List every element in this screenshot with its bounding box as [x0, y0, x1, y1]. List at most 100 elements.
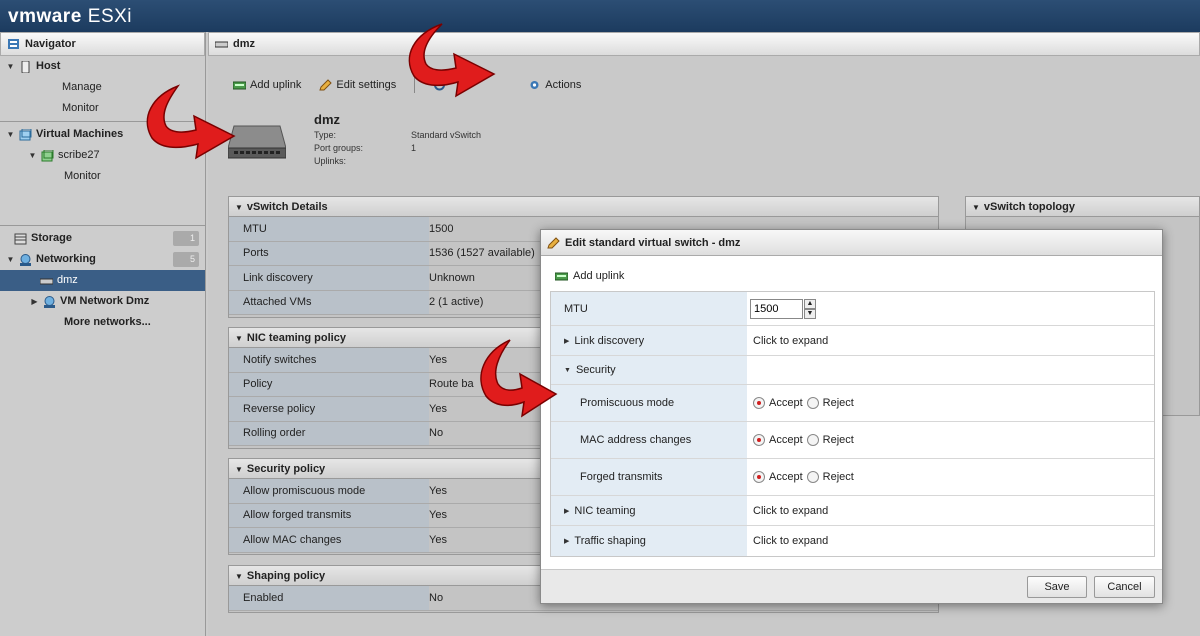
- traffic-shaping-row[interactable]: ▶ Traffic shaping Click to expand: [551, 526, 1154, 556]
- setting-key: MAC address changes: [551, 422, 747, 458]
- chevron-down-icon[interactable]: ▼: [6, 56, 15, 77]
- setting-value[interactable]: Click to expand: [747, 496, 1154, 525]
- mac-accept-option[interactable]: Accept: [753, 434, 803, 446]
- mac-reject-option[interactable]: Reject: [806, 434, 854, 446]
- setting-value: Accept Reject: [747, 385, 1154, 421]
- nic-teaming-label: NIC teaming: [574, 504, 636, 517]
- radio-selected-icon[interactable]: [753, 471, 765, 483]
- radio-selected-icon[interactable]: [753, 434, 765, 446]
- promiscuous-label: Promiscuous mode: [580, 397, 675, 409]
- chevron-right-icon[interactable]: ▶: [564, 507, 569, 515]
- chevron-right-icon[interactable]: ▶: [30, 291, 39, 312]
- row-value: No: [429, 427, 444, 440]
- radio-label: Reject: [822, 397, 854, 409]
- setting-key: MTU: [551, 292, 747, 325]
- forged-accept-option[interactable]: Accept: [753, 471, 803, 483]
- summary-row-uplinks: Uplinks:: [314, 156, 481, 169]
- nav-item-storage[interactable]: Storage 1: [0, 228, 205, 249]
- nav-label: More networks...: [64, 316, 151, 328]
- row-key: Enabled: [229, 586, 429, 610]
- row-key: Ports: [229, 241, 429, 265]
- promiscuous-reject-option[interactable]: Reject: [806, 397, 854, 409]
- pencil-icon: [319, 79, 333, 91]
- stepper-down-icon[interactable]: ▼: [804, 308, 816, 319]
- row-value: 2 (1 active): [429, 296, 484, 309]
- link-discovery-row[interactable]: ▶ Link discovery Click to expand: [551, 326, 1154, 356]
- product-text: ESXi: [87, 6, 133, 27]
- cancel-button[interactable]: Cancel: [1094, 576, 1155, 598]
- row-key: Link discovery: [229, 266, 429, 290]
- expand-hint[interactable]: Click to expand: [753, 335, 828, 347]
- setting-key: Promiscuous mode: [551, 385, 747, 421]
- expand-hint[interactable]: Click to expand: [753, 505, 828, 517]
- edit-settings-button[interactable]: Edit settings: [319, 79, 396, 91]
- dialog-title: Edit standard virtual switch - dmz: [565, 236, 741, 249]
- chevron-down-icon[interactable]: ▼: [28, 145, 37, 166]
- row-value: Unknown: [429, 271, 475, 284]
- radio-icon[interactable]: [806, 434, 819, 446]
- chevron-down-icon[interactable]: ▼: [564, 367, 571, 374]
- networking-count-badge: 5: [173, 252, 199, 267]
- radio-selected-icon[interactable]: [753, 397, 765, 409]
- dialog-add-uplink-button[interactable]: Add uplink: [555, 270, 624, 282]
- chevron-down-icon[interactable]: ▼: [235, 203, 243, 212]
- traffic-shaping-label: Traffic shaping: [574, 535, 646, 547]
- chevron-down-icon[interactable]: ▼: [235, 465, 243, 474]
- mtu-input[interactable]: [750, 298, 803, 319]
- card-header[interactable]: ▼ vSwitch topology: [966, 197, 1199, 217]
- setting-key: ▼ Security: [551, 356, 747, 384]
- expand-hint[interactable]: Click to expand: [753, 535, 828, 547]
- chevron-right-icon[interactable]: ▶: [564, 537, 569, 545]
- link-discovery-label: Link discovery: [574, 334, 645, 347]
- mtu-stepper[interactable]: ▲ ▼: [804, 298, 816, 319]
- chevron-down-icon[interactable]: ▼: [6, 124, 15, 145]
- setting-key: ▶ NIC teaming: [551, 496, 747, 525]
- row-key: Allow promiscuous mode: [229, 479, 429, 503]
- vswitch-icon: [40, 278, 53, 284]
- row-key: Rolling order: [229, 421, 429, 445]
- nav-item-networking[interactable]: ▼ Networking 5: [0, 249, 205, 270]
- nav-label: Virtual Machines: [36, 128, 124, 140]
- setting-value[interactable]: Click to expand: [747, 526, 1154, 556]
- mtu-row: MTU ▲▼: [551, 292, 1154, 326]
- chevron-down-icon[interactable]: ▼: [972, 203, 980, 212]
- chevron-down-icon[interactable]: ▼: [235, 334, 243, 343]
- dialog-footer: Save Cancel: [541, 569, 1162, 603]
- virtual-machines-icon: [19, 128, 32, 140]
- nav-label: Host: [36, 60, 61, 72]
- nav-item-dmz[interactable]: dmz: [0, 270, 205, 291]
- nav-item-more-networks[interactable]: More networks...: [0, 312, 205, 333]
- row-key: Policy: [229, 372, 429, 396]
- row-value: Yes: [429, 533, 447, 546]
- save-button[interactable]: Save: [1027, 576, 1087, 598]
- radio-icon[interactable]: [806, 397, 819, 409]
- stepper-up-icon[interactable]: ▲: [804, 298, 816, 309]
- dialog-header: Edit standard virtual switch - dmz: [541, 230, 1162, 256]
- forged-reject-option[interactable]: Reject: [806, 471, 854, 483]
- security-row[interactable]: ▼ Security: [551, 356, 1154, 385]
- radio-icon[interactable]: [806, 471, 819, 483]
- summary-value: Standard vSwitch: [411, 130, 482, 140]
- chevron-right-icon[interactable]: ▶: [564, 337, 569, 345]
- promiscuous-accept-option[interactable]: Accept: [753, 397, 803, 409]
- nav-item-host[interactable]: ▼ Host: [0, 56, 205, 77]
- switch-name: dmz: [314, 112, 340, 127]
- setting-value[interactable]: Click to expand: [747, 326, 1154, 355]
- nic-teaming-row[interactable]: ▶ NIC teaming Click to expand: [551, 496, 1154, 526]
- row-value: Yes: [429, 353, 447, 366]
- card-header[interactable]: ▼ vSwitch Details: [229, 197, 938, 217]
- chevron-down-icon[interactable]: ▼: [235, 572, 243, 581]
- add-uplink-button[interactable]: Add uplink: [233, 79, 301, 91]
- chevron-down-icon[interactable]: ▼: [6, 249, 15, 270]
- main-header: dmz: [208, 32, 1200, 56]
- actions-button[interactable]: Actions: [528, 79, 581, 91]
- row-key: Reverse policy: [229, 397, 429, 421]
- edit-vswitch-dialog: Edit standard virtual switch - dmz Add u…: [540, 229, 1163, 604]
- nav-item-vm-network-dmz[interactable]: ▶ VM Network Dmz: [0, 291, 205, 312]
- radio-label: Accept: [769, 397, 803, 409]
- nav-item-vm-monitor[interactable]: Monitor: [0, 166, 205, 187]
- annotation-arrow-icon: [480, 339, 558, 418]
- row-key: Notify switches: [229, 348, 429, 372]
- host-icon: [21, 60, 30, 73]
- actions-label: Actions: [545, 79, 582, 91]
